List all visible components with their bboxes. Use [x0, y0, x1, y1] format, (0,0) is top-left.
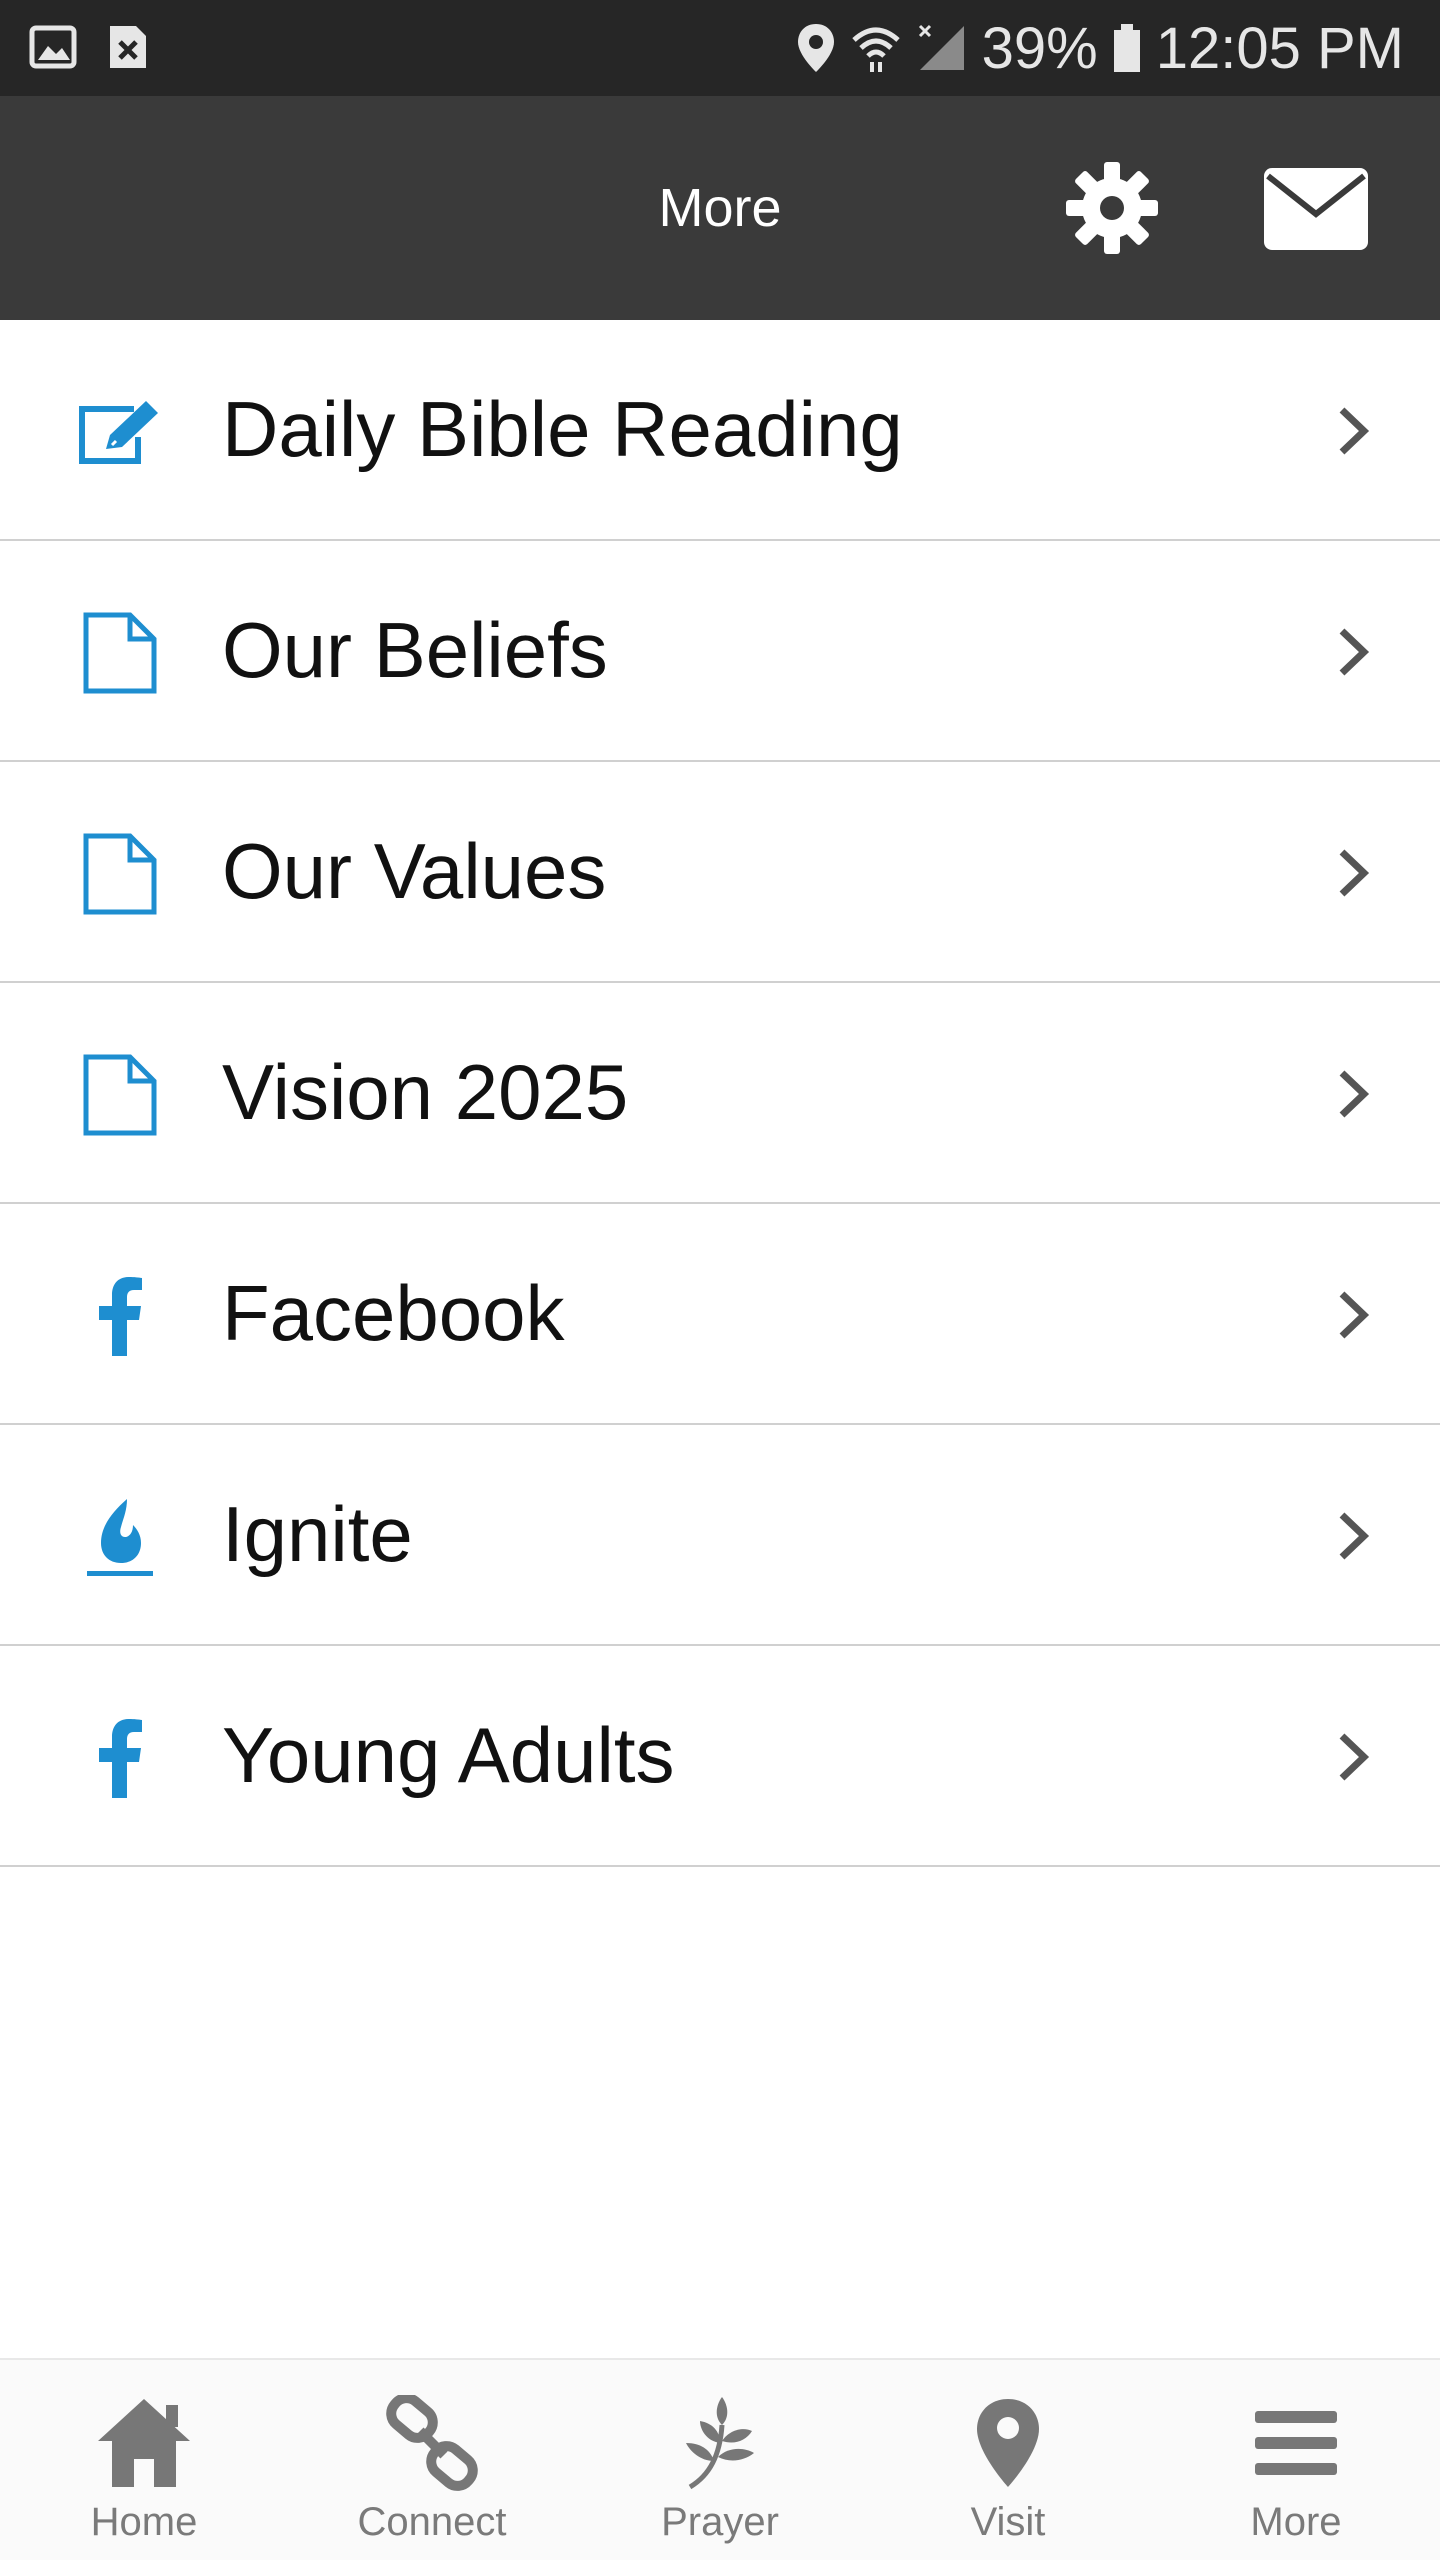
- location-icon: [796, 22, 836, 74]
- tab-label: Home: [90, 2500, 198, 2544]
- chevron-right-icon: [1334, 1509, 1374, 1563]
- facebook-icon: [72, 1716, 168, 1800]
- chevron-right-icon: [1334, 1730, 1374, 1784]
- menu-item-young-adults[interactable]: Young Adults: [0, 1646, 1440, 1867]
- close-notification-icon: [106, 22, 150, 72]
- tab-label: Prayer: [661, 2500, 779, 2544]
- document-icon: [72, 1053, 168, 1137]
- menu-item-label: Vision 2025: [222, 1048, 629, 1136]
- battery-icon: [1112, 22, 1142, 74]
- document-icon: [72, 611, 168, 695]
- tab-label: More: [1250, 2500, 1342, 2544]
- tab-prayer[interactable]: Prayer: [576, 2360, 864, 2560]
- menu-item-ignite[interactable]: Ignite: [0, 1425, 1440, 1646]
- menu-item-label: Our Beliefs: [222, 606, 608, 694]
- tab-label: Connect: [357, 2500, 507, 2544]
- bottom-tab-bar: Home Connect Prayer Visit More: [0, 2358, 1440, 2560]
- document-icon: [72, 832, 168, 916]
- menu-item-facebook[interactable]: Facebook: [0, 1204, 1440, 1425]
- gear-icon[interactable]: [1064, 160, 1160, 256]
- home-icon: [89, 2388, 199, 2498]
- chevron-right-icon: [1334, 846, 1374, 900]
- battery-percent: 39%: [981, 15, 1098, 81]
- chevron-right-icon: [1334, 404, 1374, 458]
- status-bar: 39% 12:05 PM: [0, 0, 1440, 96]
- menu-list: Daily Bible Reading Our Beliefs Our Valu…: [0, 320, 1440, 1867]
- menu-icon: [1241, 2388, 1351, 2498]
- clock: 12:05 PM: [1155, 15, 1404, 81]
- image-icon: [28, 22, 78, 72]
- map-pin-icon: [953, 2388, 1063, 2498]
- menu-item-our-beliefs[interactable]: Our Beliefs: [0, 541, 1440, 762]
- wifi-icon: [850, 22, 902, 74]
- facebook-icon: [72, 1274, 168, 1358]
- chevron-right-icon: [1334, 1067, 1374, 1121]
- tab-home[interactable]: Home: [0, 2360, 288, 2560]
- tab-label: Visit: [970, 2500, 1046, 2544]
- menu-item-label: Daily Bible Reading: [222, 385, 903, 473]
- app-header: More: [0, 96, 1440, 320]
- chevron-right-icon: [1334, 1288, 1374, 1342]
- mail-icon[interactable]: [1262, 166, 1370, 252]
- plant-icon: [665, 2388, 775, 2498]
- flame-icon: [72, 1495, 168, 1579]
- tab-more[interactable]: More: [1152, 2360, 1440, 2560]
- menu-item-label: Young Adults: [222, 1711, 675, 1799]
- menu-item-label: Ignite: [222, 1490, 413, 1578]
- menu-item-our-values[interactable]: Our Values: [0, 762, 1440, 983]
- menu-item-vision-2025[interactable]: Vision 2025: [0, 983, 1440, 1204]
- menu-item-label: Facebook: [222, 1269, 565, 1357]
- page-title: More: [658, 178, 782, 238]
- tab-connect[interactable]: Connect: [288, 2360, 576, 2560]
- tab-visit[interactable]: Visit: [864, 2360, 1152, 2560]
- menu-item-label: Our Values: [222, 827, 607, 915]
- signal-icon: [916, 22, 968, 74]
- chevron-right-icon: [1334, 625, 1374, 679]
- edit-icon: [72, 390, 168, 474]
- link-icon: [377, 2388, 487, 2498]
- menu-item-daily-bible-reading[interactable]: Daily Bible Reading: [0, 320, 1440, 541]
